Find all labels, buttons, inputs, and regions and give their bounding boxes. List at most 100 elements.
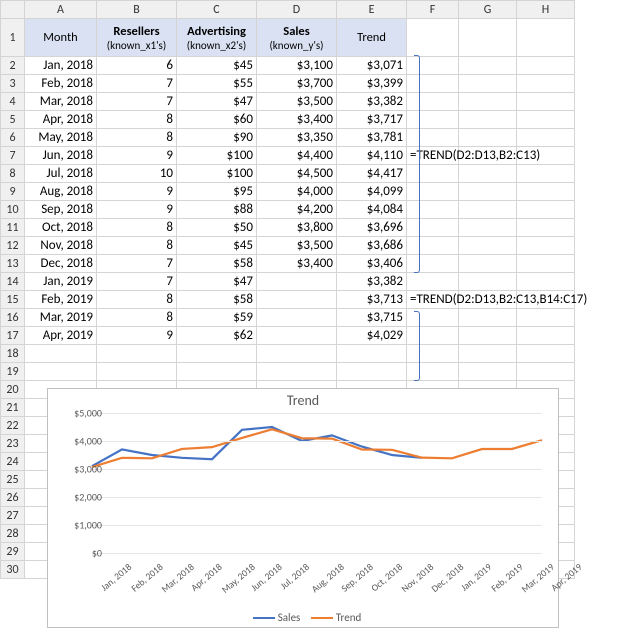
cell-advertising[interactable]: $50 — [177, 219, 257, 237]
row-number[interactable]: 30 — [1, 561, 25, 579]
cell[interactable] — [97, 345, 177, 363]
cell-trend[interactable]: $3,071 — [337, 57, 407, 75]
cell[interactable] — [459, 345, 517, 363]
table-row[interactable]: 18 — [1, 345, 575, 363]
row-number[interactable]: 29 — [1, 543, 25, 561]
table-row[interactable]: 2Jan, 20186$45$3,100$3,071 — [1, 57, 575, 75]
corner-cell[interactable] — [1, 1, 25, 19]
cell-trend[interactable]: $3,686 — [337, 237, 407, 255]
row-number[interactable]: 17 — [1, 327, 25, 345]
cell[interactable] — [459, 273, 517, 291]
table-row[interactable]: 12Nov, 20188$45$3,500$3,686 — [1, 237, 575, 255]
cell-resellers[interactable]: 8 — [97, 291, 177, 309]
cell-resellers[interactable]: 8 — [97, 111, 177, 129]
cell[interactable] — [517, 237, 575, 255]
cell-month[interactable]: Jun, 2018 — [25, 147, 97, 165]
row-number[interactable]: 12 — [1, 237, 25, 255]
cell-sales[interactable]: $4,000 — [257, 183, 337, 201]
row-number[interactable]: 23 — [1, 435, 25, 453]
cell[interactable] — [459, 309, 517, 327]
row-number[interactable]: 5 — [1, 111, 25, 129]
row-number[interactable]: 16 — [1, 309, 25, 327]
cell[interactable] — [177, 345, 257, 363]
row-number[interactable]: 2 — [1, 57, 25, 75]
col-D[interactable]: D — [257, 1, 337, 19]
cell[interactable] — [337, 363, 407, 381]
cell-month[interactable]: Oct, 2018 — [25, 219, 97, 237]
row-number[interactable]: 28 — [1, 525, 25, 543]
cell[interactable] — [459, 201, 517, 219]
cell[interactable] — [517, 219, 575, 237]
row-number[interactable]: 19 — [1, 363, 25, 381]
cell-month[interactable]: Nov, 2018 — [25, 237, 97, 255]
col-B[interactable]: B — [97, 1, 177, 19]
cell-advertising[interactable]: $47 — [177, 93, 257, 111]
row-number[interactable]: 3 — [1, 75, 25, 93]
cell-advertising[interactable]: $100 — [177, 147, 257, 165]
column-header-row[interactable]: A B C D E F G H — [1, 1, 575, 19]
cell-sales[interactable]: $3,800 — [257, 219, 337, 237]
cell-month[interactable]: Mar, 2018 — [25, 93, 97, 111]
row-number[interactable]: 25 — [1, 471, 25, 489]
row-number[interactable]: 7 — [1, 147, 25, 165]
cell-sales[interactable]: $3,500 — [257, 93, 337, 111]
cell-advertising[interactable]: $47 — [177, 273, 257, 291]
cell-sales[interactable]: $4,400 — [257, 147, 337, 165]
cell-month[interactable]: Jul, 2018 — [25, 165, 97, 183]
cell-trend[interactable]: $3,715 — [337, 309, 407, 327]
table-row[interactable]: 1 Month Resellers (known_x1's) Advertisi… — [1, 19, 575, 57]
cell[interactable] — [257, 363, 337, 381]
cell-trend[interactable]: $3,717 — [337, 111, 407, 129]
cell-month[interactable]: Aug, 2018 — [25, 183, 97, 201]
cell[interactable] — [459, 363, 517, 381]
row-number[interactable]: 21 — [1, 399, 25, 417]
cell-resellers[interactable]: 8 — [97, 309, 177, 327]
cell[interactable] — [459, 255, 517, 273]
cell-advertising[interactable]: $95 — [177, 183, 257, 201]
cell[interactable] — [407, 19, 459, 57]
cell-month[interactable]: Feb, 2018 — [25, 75, 97, 93]
cell[interactable] — [25, 363, 97, 381]
chart[interactable]: Trend Jan, 2018Feb, 2018Mar, 2018Apr, 20… — [47, 388, 559, 628]
cell-month[interactable]: Mar, 2019 — [25, 309, 97, 327]
cell-resellers[interactable]: 7 — [97, 255, 177, 273]
cell[interactable] — [517, 255, 575, 273]
cell-advertising[interactable]: $100 — [177, 165, 257, 183]
cell-sales[interactable]: $3,500 — [257, 237, 337, 255]
cell-trend[interactable]: $3,696 — [337, 219, 407, 237]
cell[interactable] — [459, 165, 517, 183]
col-E[interactable]: E — [337, 1, 407, 19]
cell[interactable] — [177, 363, 257, 381]
col-A[interactable]: A — [25, 1, 97, 19]
row-number[interactable]: 20 — [1, 381, 25, 399]
table-row[interactable]: 6May, 20188$90$3,350$3,781 — [1, 129, 575, 147]
table-row[interactable]: 10Sep, 20189$88$4,200$4,084 — [1, 201, 575, 219]
cell-month[interactable]: Apr, 2018 — [25, 111, 97, 129]
cell-trend[interactable]: $3,382 — [337, 273, 407, 291]
cell-advertising[interactable]: $58 — [177, 255, 257, 273]
cell[interactable] — [517, 19, 575, 57]
row-number[interactable]: 24 — [1, 453, 25, 471]
cell-advertising[interactable]: $45 — [177, 57, 257, 75]
col-H[interactable]: H — [517, 1, 575, 19]
cell[interactable] — [459, 19, 517, 57]
cell[interactable] — [517, 201, 575, 219]
cell-resellers[interactable]: 8 — [97, 219, 177, 237]
header-month[interactable]: Month — [25, 19, 97, 57]
cell[interactable] — [517, 57, 575, 75]
row-number[interactable]: 10 — [1, 201, 25, 219]
col-F[interactable]: F — [407, 1, 459, 19]
cell-trend[interactable]: $4,417 — [337, 165, 407, 183]
table-row[interactable]: 7Jun, 20189$100$4,400$4,110=TREND(D2:D13… — [1, 147, 575, 165]
table-row[interactable]: 3Feb, 20187$55$3,700$3,399 — [1, 75, 575, 93]
cell-month[interactable]: May, 2018 — [25, 129, 97, 147]
table-row[interactable]: 17Apr, 20199$62$4,029 — [1, 327, 575, 345]
cell-resellers[interactable]: 9 — [97, 183, 177, 201]
cell[interactable] — [459, 237, 517, 255]
cell-month[interactable]: Dec, 2018 — [25, 255, 97, 273]
row-number[interactable]: 4 — [1, 93, 25, 111]
cell[interactable] — [517, 93, 575, 111]
cell[interactable] — [97, 363, 177, 381]
cell-sales[interactable]: $4,500 — [257, 165, 337, 183]
cell-advertising[interactable]: $88 — [177, 201, 257, 219]
